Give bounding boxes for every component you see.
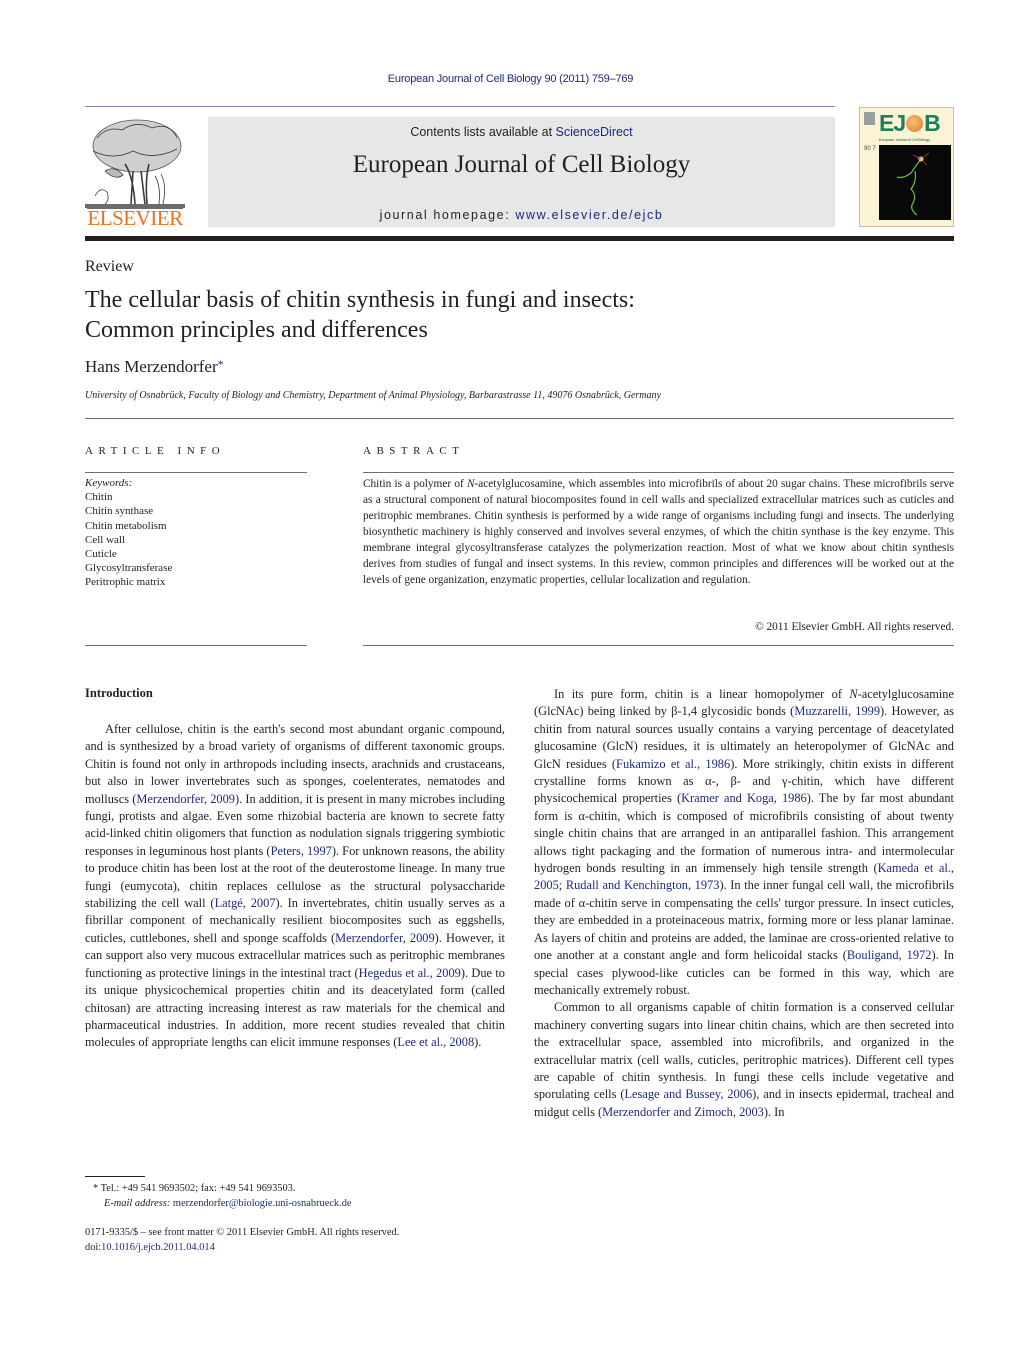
citation-link[interactable]: Merzendorfer, 2009	[136, 792, 235, 806]
body-column-right: In its pure form, chitin is a linear hom…	[534, 686, 954, 1121]
abstract-text-part: -acetylglucosamine, which assembles into…	[363, 478, 954, 586]
abstract-heading: ABSTRACT	[363, 445, 465, 457]
introduction-heading: Introduction	[85, 686, 153, 700]
header-rule	[85, 106, 835, 107]
journal-reference[interactable]: European Journal of Cell Biology 90 (201…	[0, 73, 1021, 85]
paragraph: After cellulose, chitin is the earth's s…	[85, 721, 505, 1052]
doi-link[interactable]: 10.1016/j.ejcb.2011.04.014	[101, 1242, 215, 1253]
email-link[interactable]: merzendorfer@biologie.uni-osnabrueck.de	[173, 1198, 352, 1209]
article-title-line-1: The cellular basis of chitin synthesis i…	[85, 287, 635, 313]
abstract-text: Chitin is a polymer of N-acetylglucosami…	[363, 476, 954, 588]
keyword: Chitin synthase	[85, 505, 154, 518]
cover-title: EJ B	[879, 110, 941, 136]
article-type: Review	[85, 258, 134, 275]
journal-banner: Contents lists available at ScienceDirec…	[208, 117, 835, 227]
keywords-label: Keywords:	[85, 477, 133, 489]
author-name: Hans Merzendorfer	[85, 357, 218, 376]
cover-title-right: B	[924, 110, 941, 136]
keyword: Cuticle	[85, 548, 117, 561]
text-run: ). In	[763, 1104, 785, 1119]
keyword: Chitin metabolism	[85, 519, 167, 532]
keyword: Glycosyltransferase	[85, 562, 173, 575]
author-footnote: * Tel.: +49 541 9693502; fax: +49 541 96…	[93, 1181, 352, 1211]
citation-link[interactable]: Merzendorfer and Zimoch, 2003	[602, 1105, 764, 1119]
citation-link[interactable]: Kramer and Koga, 1986	[681, 791, 807, 805]
abstract-rule-top	[363, 472, 954, 473]
email-label: E-mail address:	[104, 1198, 171, 1209]
section-rule	[85, 418, 954, 419]
article-title: The cellular basis of chitin synthesis i…	[85, 285, 955, 345]
abstract-copyright: © 2011 Elsevier GmbH. All rights reserve…	[755, 621, 954, 633]
article-title-line-2: Common principles and differences	[85, 317, 428, 343]
citation-link[interactable]: Bouligand, 1972	[847, 948, 932, 962]
keyword: Cell wall	[85, 533, 126, 546]
footnote-contact: Tel.: +49 541 9693502; fax: +49 541 9693…	[100, 1183, 296, 1194]
text-run: ).	[474, 1035, 482, 1050]
article-info-rule-top	[85, 472, 307, 473]
contents-prefix: Contents lists available at	[410, 125, 556, 139]
cover-neuron-image-icon	[879, 145, 951, 220]
front-matter: 0171-9335/$ – see front matter © 2011 El…	[85, 1225, 399, 1255]
citation-link[interactable]: Hegedus et al., 2009	[359, 966, 461, 980]
homepage-link[interactable]: www.elsevier.de/ejcb	[515, 208, 663, 222]
cover-issue: 90 7	[864, 146, 876, 152]
keyword: Peritrophic matrix	[85, 576, 166, 589]
paragraph: Common to all organisms capable of chiti…	[534, 999, 954, 1121]
paragraph: In its pure form, chitin is a linear hom…	[534, 686, 954, 999]
sciencedirect-link[interactable]: ScienceDirect	[556, 125, 633, 139]
cover-subtitle: European Journal of Cell Biology	[879, 138, 930, 142]
italic-text: N	[849, 687, 858, 701]
issn-line: 0171-9335/$ – see front matter © 2011 El…	[85, 1227, 400, 1238]
keyword: Chitin	[85, 491, 113, 504]
text-run: In its pure form, chitin is a linear hom…	[554, 687, 850, 701]
cover-title-left: EJ	[879, 110, 906, 136]
author-footnote-link[interactable]: *	[218, 357, 224, 371]
abstract-rule-bottom	[363, 645, 954, 646]
article-info-heading: ARTICLE INFO	[85, 445, 226, 457]
keywords-list: Keywords: Chitin Chitin synthase Chitin …	[85, 476, 172, 590]
abstract-text-part: Chitin is a polymer of	[363, 478, 467, 490]
cover-elsevier-icon	[864, 112, 875, 125]
citation-link[interactable]: Lesage and Bussey, 2006	[624, 1087, 752, 1101]
homepage-line: journal homepage: www.elsevier.de/ejcb	[208, 208, 835, 222]
citation-link[interactable]: Fukamizo et al., 1986	[616, 757, 730, 771]
author: Hans Merzendorfer*	[85, 357, 224, 377]
citation-link[interactable]: Muzzarelli, 1999	[794, 704, 880, 718]
header-thick-rule	[85, 236, 954, 241]
footnote-mark: *	[93, 1183, 99, 1194]
citation-link[interactable]: Peters, 1997	[271, 844, 332, 858]
citation-link[interactable]: Lee et al., 2008	[397, 1035, 474, 1049]
journal-title: European Journal of Cell Biology	[352, 151, 691, 178]
elsevier-wordmark[interactable]: ELSEVIER	[85, 206, 185, 230]
body-column-left: After cellulose, chitin is the earth's s…	[85, 721, 505, 1052]
citation-link[interactable]: Merzendorfer, 2009	[335, 931, 435, 945]
homepage-prefix: journal homepage:	[379, 208, 516, 222]
article-info-rule-bottom	[85, 645, 307, 646]
contents-line: Contents lists available at ScienceDirec…	[208, 125, 835, 139]
footnote-rule	[85, 1176, 145, 1177]
affiliation: University of Osnabrück, Faculty of Biol…	[85, 390, 661, 401]
journal-cover[interactable]: EJ B European Journal of Cell Biology 90 …	[859, 107, 954, 227]
abstract-text-italic: N	[466, 478, 475, 490]
doi-prefix: doi:	[85, 1242, 102, 1253]
cover-orb-icon	[906, 115, 924, 132]
citation-link[interactable]: Latgé, 2007	[215, 896, 276, 910]
